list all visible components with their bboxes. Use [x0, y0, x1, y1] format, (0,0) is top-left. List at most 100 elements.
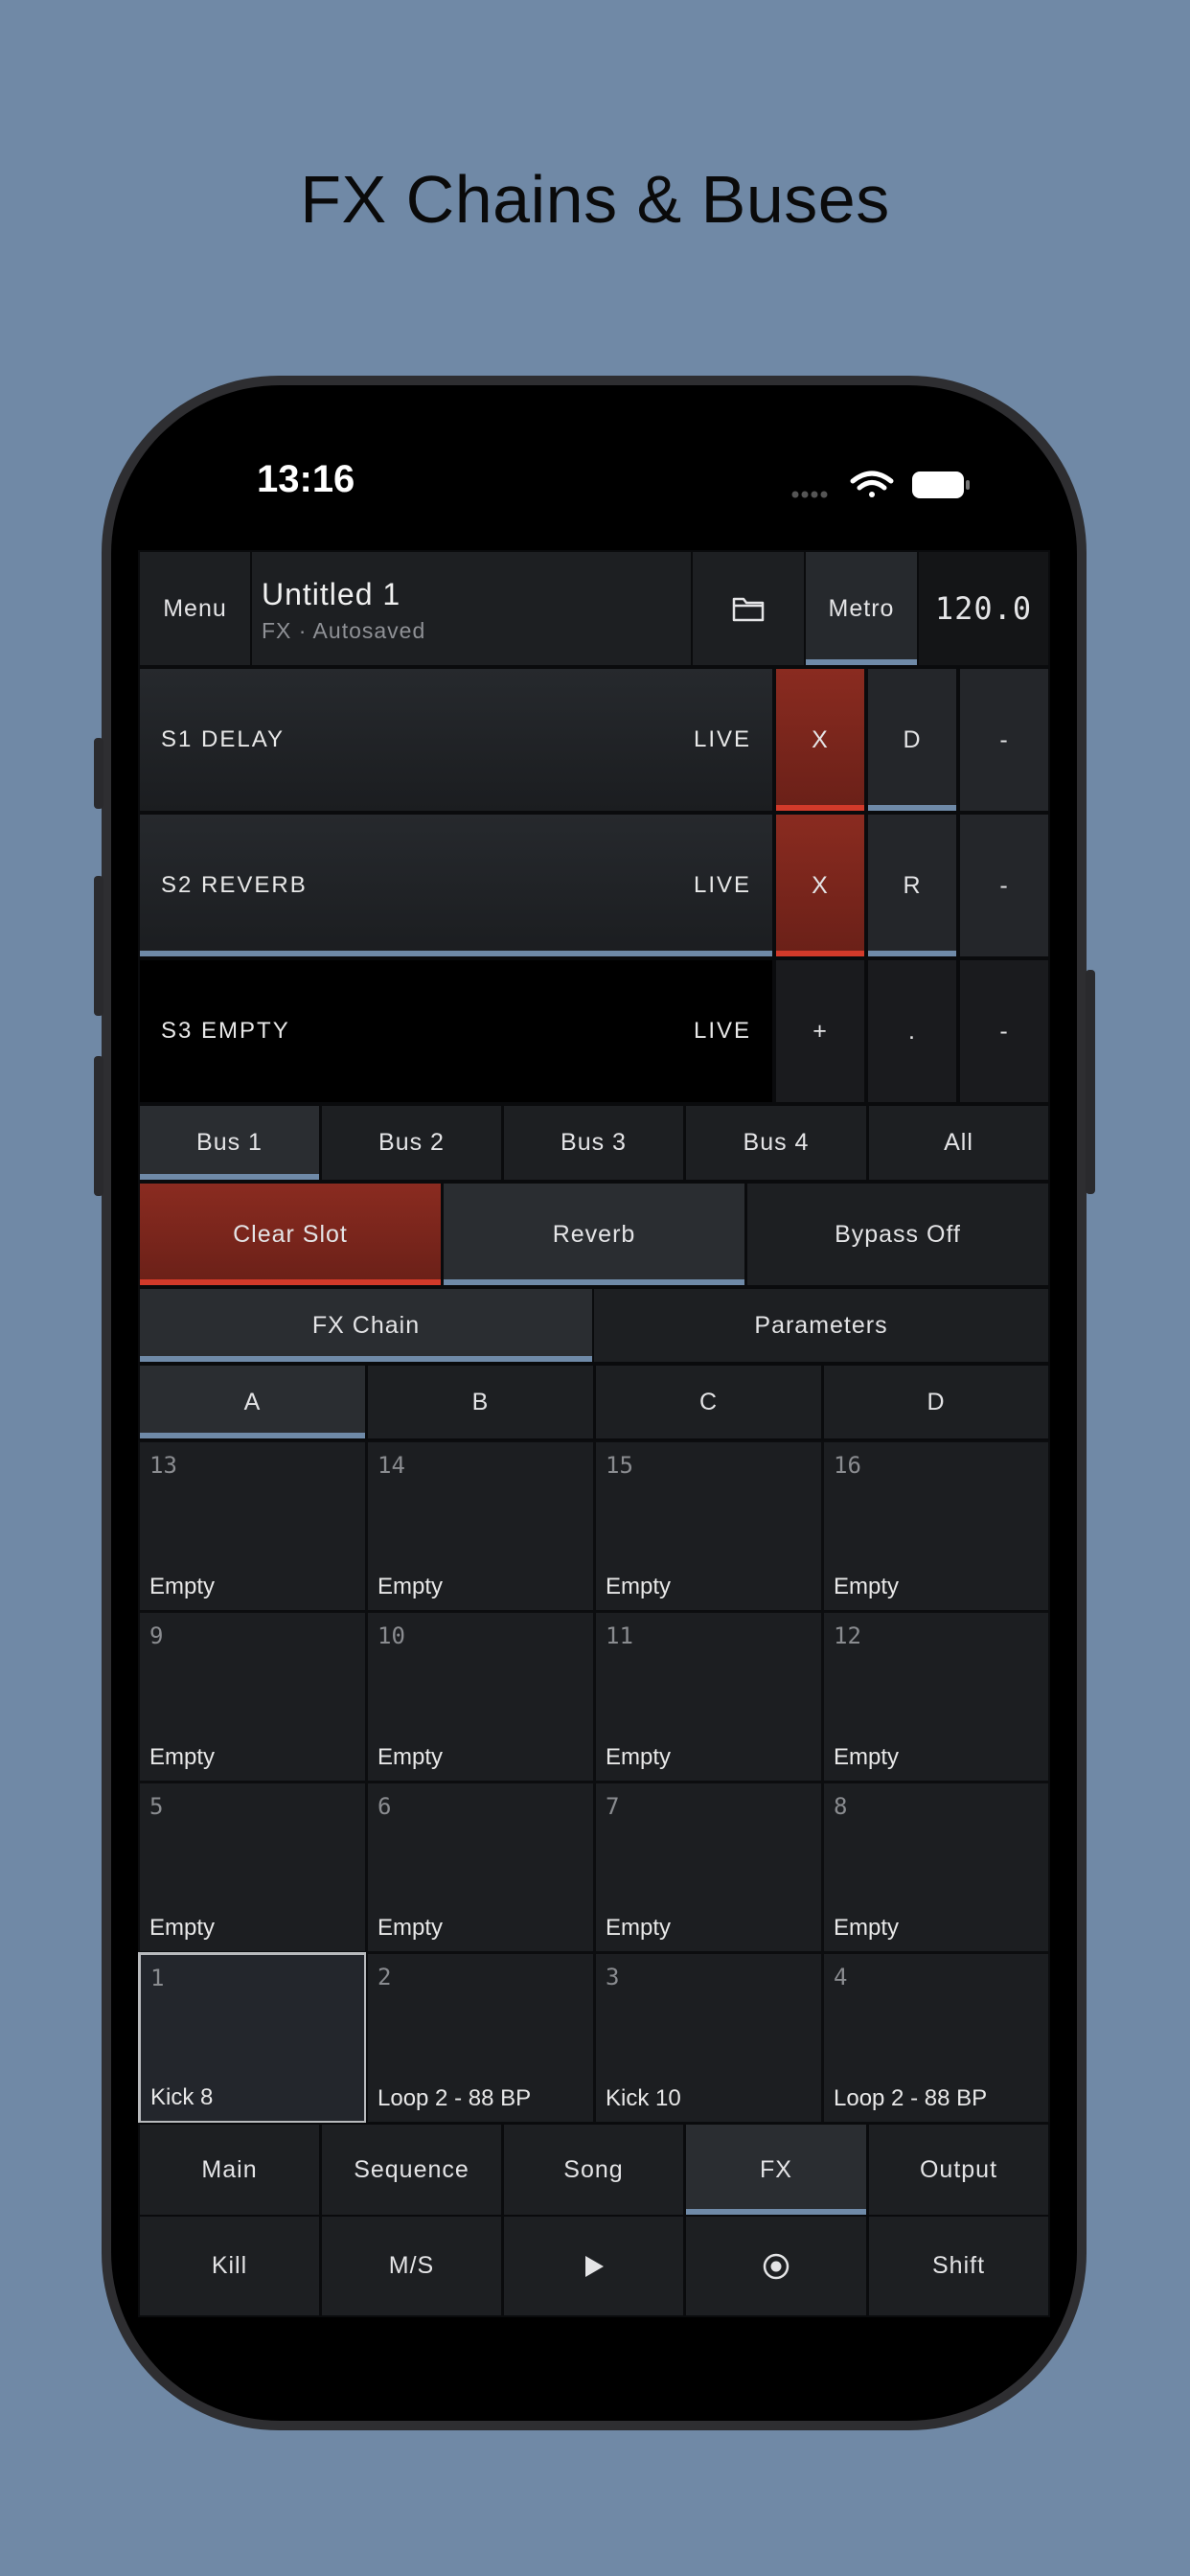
status-icons	[791, 471, 970, 498]
button-label: M/S	[388, 2252, 435, 2279]
tab-label: Bus 1	[196, 1129, 263, 1156]
nav-tab-main[interactable]: Main	[138, 2123, 321, 2217]
slot-3-remove-button[interactable]: -	[958, 958, 1050, 1104]
pad[interactable]: 7 Empty	[594, 1782, 823, 1953]
page-headline: FX Chains & Buses	[300, 162, 890, 237]
fx-slot-2[interactable]: S2 REVERB LIVE	[138, 813, 774, 958]
project-title: Untitled 1	[262, 577, 401, 611]
slot-2-type-button[interactable]: R	[866, 813, 958, 958]
tab-label: D	[927, 1388, 946, 1415]
slot-3-type-button[interactable]: .	[866, 958, 958, 1104]
active-indicator	[776, 951, 864, 956]
nav-tab-sequence[interactable]: Sequence	[320, 2123, 503, 2217]
button-label: R	[903, 871, 922, 899]
tab-parameters[interactable]: Parameters	[592, 1287, 1050, 1364]
folder-icon	[732, 597, 765, 622]
pad-label: Empty	[606, 1574, 672, 1599]
record-icon	[763, 2253, 790, 2279]
clear-slot-button[interactable]: Clear Slot	[138, 1182, 443, 1287]
tab-bank-b[interactable]: B	[366, 1364, 595, 1440]
tab-bus-2[interactable]: Bus 2	[320, 1104, 503, 1182]
tab-bank-d[interactable]: D	[822, 1364, 1050, 1440]
tab-bus-4[interactable]: Bus 4	[684, 1104, 868, 1182]
pad[interactable]: 9 Empty	[138, 1611, 367, 1782]
pad-number: 4	[834, 1964, 848, 1990]
slot-2-clear-button[interactable]: X	[774, 813, 866, 958]
pad[interactable]: 12 Empty	[822, 1611, 1050, 1782]
slot-3-add-button[interactable]: +	[774, 958, 866, 1104]
pad-label: Loop 2 - 88 BP	[378, 2085, 532, 2111]
active-indicator	[140, 1279, 441, 1285]
tab-bus-all[interactable]: All	[867, 1104, 1050, 1182]
pad-number: 8	[834, 1793, 848, 1820]
shift-button[interactable]: Shift	[867, 2215, 1050, 2317]
pad[interactable]: 2 Loop 2 - 88 BP	[366, 1952, 595, 2124]
fx-slot-3[interactable]: S3 EMPTY LIVE	[138, 958, 774, 1104]
button-label: -	[999, 871, 1009, 899]
pad-label: Empty	[149, 1744, 216, 1770]
slot-name: S3 EMPTY	[161, 1018, 290, 1044]
wifi-icon	[850, 471, 894, 497]
nav-tab-fx[interactable]: FX	[684, 2123, 868, 2217]
slot-1-remove-button[interactable]: -	[958, 667, 1050, 813]
pad-number: 9	[149, 1622, 164, 1649]
effect-type-button[interactable]: Reverb	[442, 1182, 746, 1287]
pad-label: Kick 8	[150, 2084, 214, 2110]
active-indicator	[868, 805, 956, 811]
button-label: .	[908, 1017, 916, 1045]
fx-slot-1[interactable]: S1 DELAY LIVE	[138, 667, 774, 813]
pad[interactable]: 10 Empty	[366, 1611, 595, 1782]
slot-1-type-button[interactable]: D	[866, 667, 958, 813]
slot-2-remove-button[interactable]: -	[958, 813, 1050, 958]
tab-bus-1[interactable]: Bus 1	[138, 1104, 321, 1182]
mute-solo-button[interactable]: M/S	[320, 2215, 503, 2317]
tempo-display[interactable]: 120.0	[917, 550, 1050, 667]
tab-label: A	[243, 1388, 262, 1415]
pad-label: Empty	[378, 1574, 444, 1599]
tab-bank-c[interactable]: C	[594, 1364, 823, 1440]
button-label: Kill	[211, 2252, 248, 2279]
status-time: 13:16	[257, 458, 355, 500]
pad[interactable]: 8 Empty	[822, 1782, 1050, 1953]
pad-selected[interactable]: 1 Kick 8	[138, 1952, 367, 2124]
pad-label: Empty	[834, 1744, 900, 1770]
power-button	[1086, 970, 1095, 1194]
menu-button[interactable]: Menu	[138, 550, 252, 667]
slot-live-label: LIVE	[693, 726, 751, 752]
play-button[interactable]	[502, 2215, 685, 2317]
pad[interactable]: 4 Loop 2 - 88 BP	[822, 1952, 1050, 2124]
pad[interactable]: 6 Empty	[366, 1782, 595, 1953]
pad[interactable]: 5 Empty	[138, 1782, 367, 1953]
slot-live-label: LIVE	[693, 1018, 751, 1044]
slot-1-clear-button[interactable]: X	[774, 667, 866, 813]
pad[interactable]: 16 Empty	[822, 1440, 1050, 1612]
active-indicator	[140, 1433, 365, 1438]
project-info[interactable]: Untitled 1 FX · Autosaved	[250, 550, 693, 667]
pad-label: Empty	[834, 1574, 900, 1599]
pad-number: 16	[834, 1452, 861, 1479]
button-label: Reverb	[552, 1220, 636, 1248]
tab-bus-3[interactable]: Bus 3	[502, 1104, 685, 1182]
pad-number: 1	[150, 1965, 165, 1991]
signal-icon	[791, 491, 828, 498]
metro-button[interactable]: Metro	[804, 550, 919, 667]
pad[interactable]: 3 Kick 10	[594, 1952, 823, 2124]
pad-label: Empty	[378, 1744, 444, 1770]
button-label: -	[999, 725, 1009, 753]
tab-fx-chain[interactable]: FX Chain	[138, 1287, 594, 1364]
pad[interactable]: 14 Empty	[366, 1440, 595, 1612]
bypass-button[interactable]: Bypass Off	[745, 1182, 1050, 1287]
kill-button[interactable]: Kill	[138, 2215, 321, 2317]
slot-live-label: LIVE	[693, 872, 751, 898]
pad[interactable]: 13 Empty	[138, 1440, 367, 1612]
pad-number: 3	[606, 1964, 620, 1990]
record-button[interactable]	[684, 2215, 868, 2317]
folder-button[interactable]	[691, 550, 806, 667]
nav-tab-output[interactable]: Output	[867, 2123, 1050, 2217]
pad[interactable]: 11 Empty	[594, 1611, 823, 1782]
nav-tab-song[interactable]: Song	[502, 2123, 685, 2217]
pad[interactable]: 15 Empty	[594, 1440, 823, 1612]
tab-bank-a[interactable]: A	[138, 1364, 367, 1440]
tab-label: Bus 3	[561, 1129, 627, 1156]
pad-number: 10	[378, 1622, 405, 1649]
